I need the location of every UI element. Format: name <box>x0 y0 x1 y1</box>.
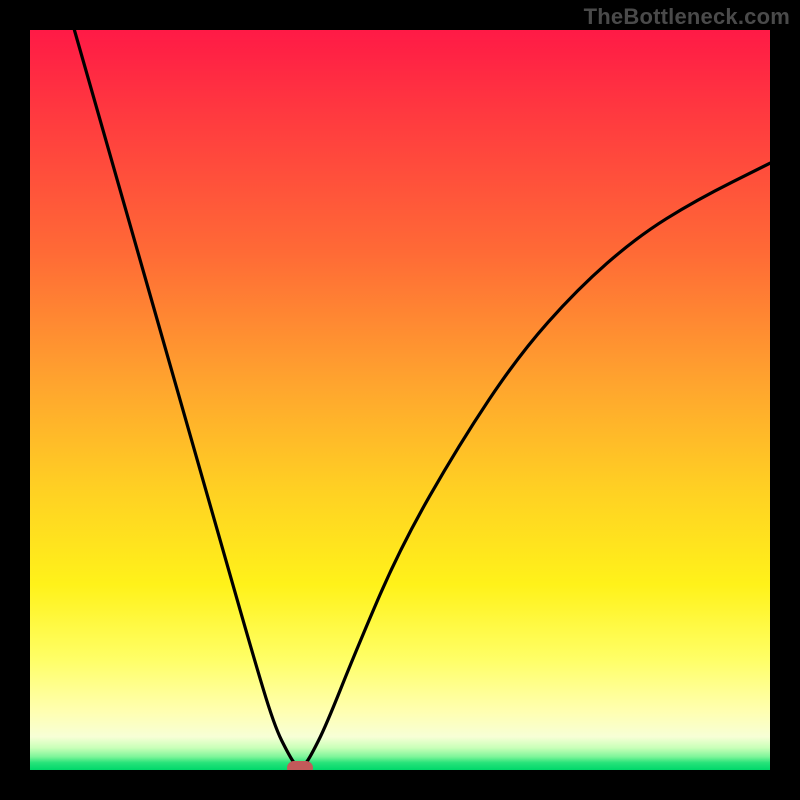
watermark-text: TheBottleneck.com <box>584 4 790 30</box>
bottleneck-curve <box>30 30 770 770</box>
chart-frame: TheBottleneck.com <box>0 0 800 800</box>
plot-area <box>30 30 770 770</box>
minimum-marker <box>287 761 313 770</box>
